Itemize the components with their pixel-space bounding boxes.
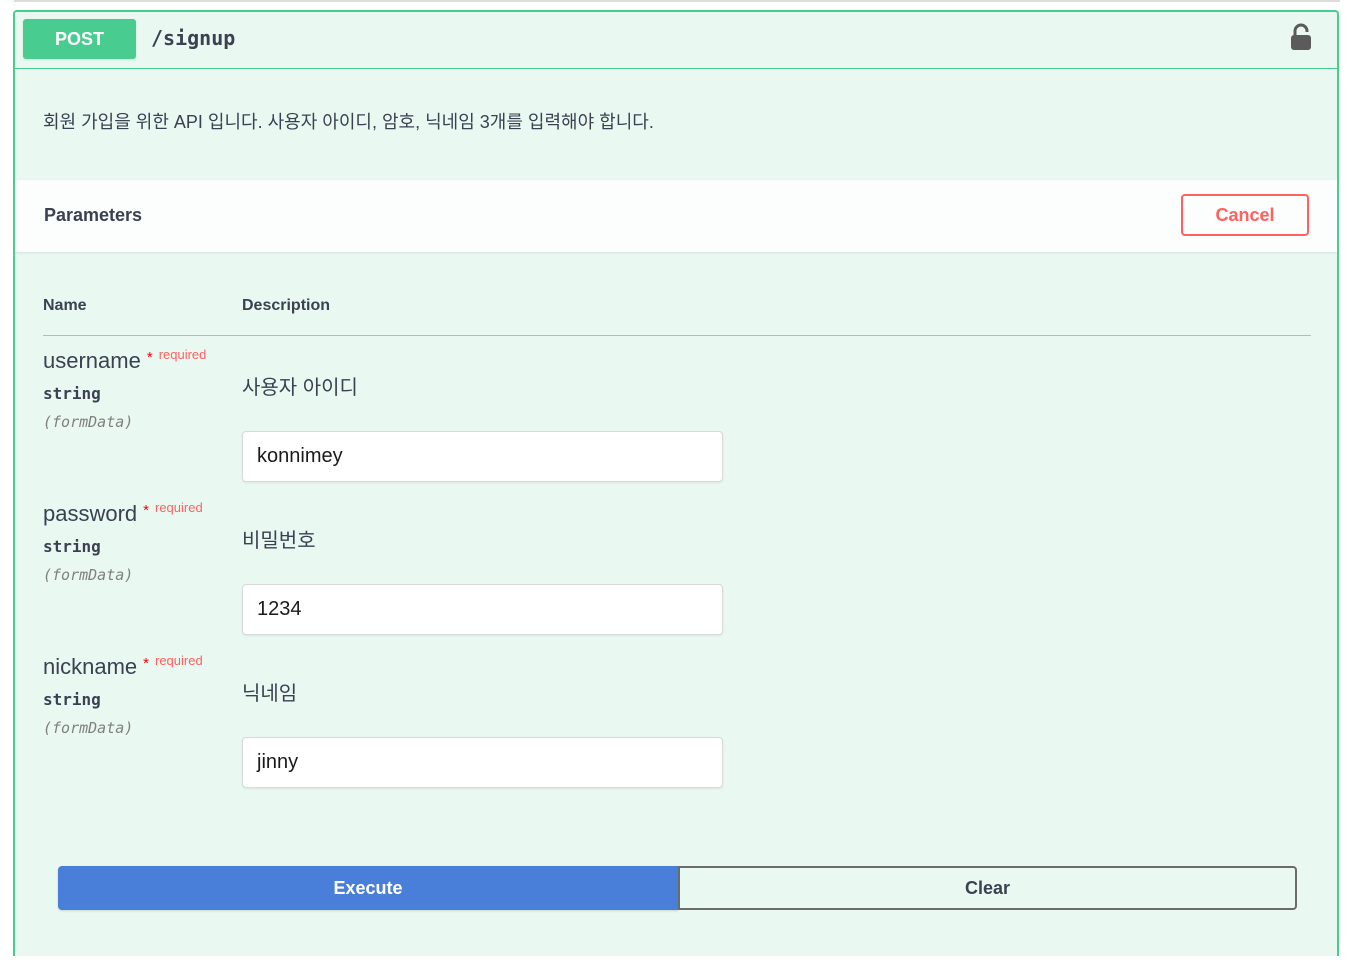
param-description: 비밀번호: [242, 530, 316, 552]
parameters-header: Parameters Cancel: [15, 180, 1337, 252]
nickname-input[interactable]: jinny: [242, 737, 723, 788]
param-name: password: [43, 501, 138, 526]
param-name: nickname: [43, 654, 138, 679]
param-type: string: [43, 690, 101, 709]
lock-icon[interactable]: [1289, 23, 1313, 51]
required-label: required: [155, 653, 203, 668]
required-label: required: [155, 500, 203, 515]
column-header-description: Description: [242, 297, 331, 314]
param-in: (formData): [43, 566, 134, 584]
param-name: username: [43, 348, 141, 373]
opblock-post-signup: POST /signup 회원 가입을 위한 API 입니다. 사용자 아이디,…: [13, 10, 1339, 956]
endpoint-path: /signup: [151, 26, 236, 50]
endpoint-description: 회원 가입을 위한 API 입니다. 사용자 아이디, 암호, 닉네임 3개를 …: [43, 112, 654, 132]
parameters-title: Parameters: [44, 205, 143, 225]
param-nickname: nickname * required string (formData): [43, 653, 203, 737]
opblock-summary[interactable]: POST /signup: [15, 12, 1337, 69]
param-description: 사용자 아이디: [242, 377, 358, 399]
param-description: 닉네임: [242, 683, 298, 705]
param-username: username * required string (formData): [43, 347, 207, 431]
cancel-button[interactable]: Cancel: [1181, 194, 1309, 236]
top-divider: [14, 0, 1340, 2]
action-buttons: Execute Clear: [58, 866, 1297, 910]
param-type: string: [43, 537, 101, 556]
required-star: *: [143, 502, 149, 519]
username-input[interactable]: konnimey: [242, 431, 723, 482]
clear-button[interactable]: Clear: [678, 866, 1297, 910]
required-star: *: [146, 349, 153, 366]
password-input[interactable]: 1234: [242, 584, 723, 635]
required-star: *: [143, 655, 149, 672]
param-type: string: [43, 384, 101, 403]
param-password: password * required string (formData): [43, 500, 203, 584]
param-in: (formData): [43, 719, 134, 737]
execute-button[interactable]: Execute: [58, 866, 678, 910]
method-badge: POST: [23, 19, 136, 59]
param-in: (formData): [43, 413, 134, 431]
column-header-name: Name: [43, 297, 87, 314]
required-label: required: [158, 347, 207, 362]
header-divider: [43, 335, 1311, 336]
